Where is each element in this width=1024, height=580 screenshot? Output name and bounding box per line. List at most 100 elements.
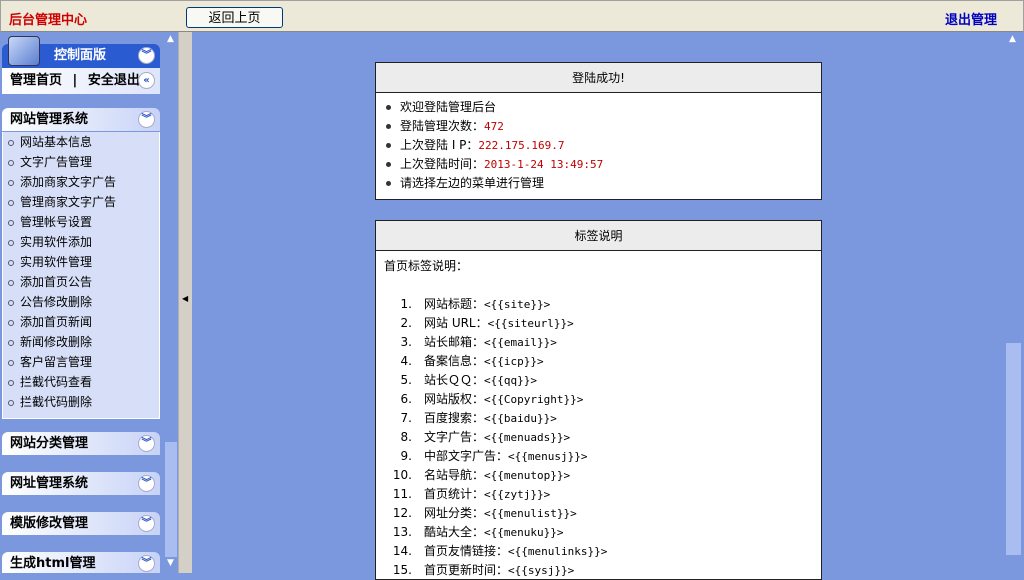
chevron-left-icon[interactable]: « <box>138 72 155 89</box>
tag-label: 备案信息： <box>424 354 485 368</box>
scroll-down-icon[interactable]: ▼ <box>167 558 174 568</box>
tag-item: 1. 网站标题： <{{site}}> <box>384 295 821 314</box>
chevron-down-icon[interactable]: ︾ <box>138 47 155 64</box>
tag-code: <{{menusj}}> <box>508 450 588 463</box>
tag-number: 2. <box>400 316 412 330</box>
safe-exit-link[interactable]: 安全退出 <box>88 73 140 88</box>
sidebar-splitter[interactable]: ◀ <box>178 32 192 573</box>
tag-number: 5. <box>400 373 412 387</box>
control-panel-header[interactable]: 控制面版 ︾ <box>2 36 160 68</box>
login-info-item: 上次登陆 I P：222.175.169.7 <box>384 136 821 155</box>
tag-number: 1. <box>400 297 412 311</box>
tag-code: <{{sysj}}> <box>508 564 575 577</box>
info-label: 登陆管理次数： <box>400 119 485 133</box>
tag-label: 首页统计： <box>424 487 485 501</box>
section-site-category[interactable]: 网站分类管理 ︾ <box>2 432 160 455</box>
tag-number: 8. <box>400 430 412 444</box>
tag-item: 6. 网站版权： <{{Copyright}}> <box>384 390 821 409</box>
tag-label: 站长ＱＱ： <box>424 373 485 387</box>
tag-label: 酷站大全： <box>424 525 485 539</box>
tag-code: <{{qq}}> <box>484 374 537 387</box>
tag-number: 6. <box>400 392 412 406</box>
tag-code: <{{menutop}}> <box>484 469 571 482</box>
menu-item[interactable]: 添加首页新闻 <box>3 312 159 332</box>
control-panel-title: 控制面版 <box>54 48 107 63</box>
menu-item[interactable]: 管理商家文字广告 <box>3 192 159 212</box>
menu-item[interactable]: 文字广告管理 <box>3 152 159 172</box>
tag-code: <{{baidu}}> <box>484 412 557 425</box>
tags-box-title: 标签说明 <box>376 221 821 251</box>
login-info-item: 欢迎登陆管理后台 <box>384 98 821 117</box>
tag-code: <{{menulinks}}> <box>508 545 608 558</box>
section-site-management[interactable]: 网站管理系统 ︾ <box>2 108 160 131</box>
login-info-item: 登陆管理次数：472 <box>384 117 821 136</box>
collapse-arrow-icon[interactable]: ◀ <box>182 294 188 303</box>
info-value: 2013-1-24 13:49:57 <box>484 158 604 171</box>
top-bar: 后台管理中心 返回上页 退出管理 <box>0 0 1024 32</box>
tags-box: 标签说明 首页标签说明： 1. 网站标题： <{{site}}> 2. 网站 URL： <… <box>375 220 822 580</box>
menu-item[interactable]: 客户留言管理 <box>3 352 159 372</box>
tag-code: <{{menulist}}> <box>484 507 577 520</box>
tag-label: 中部文字广告： <box>424 449 509 463</box>
tag-code: <{{menuads}}> <box>484 431 571 444</box>
menu-item[interactable]: 实用软件添加 <box>3 232 159 252</box>
chevron-down-icon[interactable]: ︾ <box>138 515 155 532</box>
menu-item[interactable]: 公告修改删除 <box>3 292 159 312</box>
menu-item[interactable]: 添加首页公告 <box>3 272 159 292</box>
tag-code: <{{icp}}> <box>484 355 544 368</box>
menu-item[interactable]: 管理帐号设置 <box>3 212 159 232</box>
info-label: 上次登陆时间： <box>400 157 485 171</box>
menu-item[interactable]: 拦截代码查看 <box>3 372 159 392</box>
back-button[interactable]: 返回上页 <box>186 7 283 28</box>
scroll-thumb[interactable] <box>165 442 177 557</box>
section-html[interactable]: 生成html管理 ︾ <box>2 552 160 573</box>
main-scrollbar[interactable]: ▲ <box>1005 32 1022 573</box>
tag-item: 15. 首页更新时间： <{{sysj}}> <box>384 561 821 580</box>
sidebar-scrollbar[interactable]: ▲ ▼ <box>164 32 178 573</box>
tag-label: 网站标题： <box>424 297 485 311</box>
info-label: 上次登陆 I P： <box>400 138 479 152</box>
scroll-thumb[interactable] <box>1006 343 1021 555</box>
finder-logo-icon <box>8 36 40 66</box>
tag-number: 10. <box>392 468 412 482</box>
info-value: 222.175.169.7 <box>478 139 565 152</box>
menu-item[interactable]: 实用软件管理 <box>3 252 159 272</box>
tag-number: 15. <box>392 563 412 577</box>
tag-code: <{{zytj}}> <box>484 488 551 501</box>
tag-number: 13. <box>392 525 412 539</box>
logout-link[interactable]: 退出管理 <box>945 9 997 28</box>
tag-item: 7. 百度搜索： <{{baidu}}> <box>384 409 821 428</box>
tag-item: 12. 网址分类： <{{menulist}}> <box>384 504 821 523</box>
tag-code: <{{Copyright}}> <box>484 393 584 406</box>
tag-item: 10. 名站导航： <{{menutop}}> <box>384 466 821 485</box>
info-label: 欢迎登陆管理后台 <box>400 100 497 114</box>
section-template[interactable]: 模版修改管理 ︾ <box>2 512 160 535</box>
chevron-up-icon[interactable]: ︾ <box>138 111 155 128</box>
section-title: 模版修改管理 <box>10 516 89 531</box>
chevron-down-icon[interactable]: ︾ <box>138 435 155 452</box>
chevron-down-icon[interactable]: ︾ <box>138 475 155 492</box>
tag-number: 3. <box>400 335 412 349</box>
menu-item[interactable]: 网站基本信息 <box>3 132 159 152</box>
section-url-management[interactable]: 网址管理系统 ︾ <box>2 472 160 495</box>
tag-code: <{{siteurl}}> <box>487 317 574 330</box>
login-box-title: 登陆成功! <box>376 63 821 93</box>
tag-item: 11. 首页统计： <{{zytj}}> <box>384 485 821 504</box>
tag-number: 4. <box>400 354 412 368</box>
scroll-up-icon[interactable]: ▲ <box>167 34 174 44</box>
login-info-item: 请选择左边的菜单进行管理 <box>384 174 821 193</box>
menu-item[interactable]: 添加商家文字广告 <box>3 172 159 192</box>
menu-item[interactable]: 新闻修改删除 <box>3 332 159 352</box>
menu-item[interactable]: 拦截代码删除 <box>3 392 159 412</box>
tag-item: 2. 网站 URL： <{{siteurl}}> <box>384 314 821 333</box>
control-panel-body: 管理首页 | 安全退出 « <box>2 68 160 94</box>
scroll-up-icon[interactable]: ▲ <box>1009 34 1016 44</box>
tag-label: 首页更新时间： <box>424 563 509 577</box>
login-info-box: 登陆成功! 欢迎登陆管理后台 登陆管理次数：472 上次登陆 I P：222.175… <box>375 62 822 200</box>
tag-number: 14. <box>392 544 412 558</box>
tag-item: 4. 备案信息： <{{icp}}> <box>384 352 821 371</box>
tag-code: <{{email}}> <box>484 336 557 349</box>
home-link[interactable]: 管理首页 <box>10 73 62 88</box>
tag-label: 名站导航： <box>424 468 485 482</box>
chevron-down-icon[interactable]: ︾ <box>138 555 155 572</box>
